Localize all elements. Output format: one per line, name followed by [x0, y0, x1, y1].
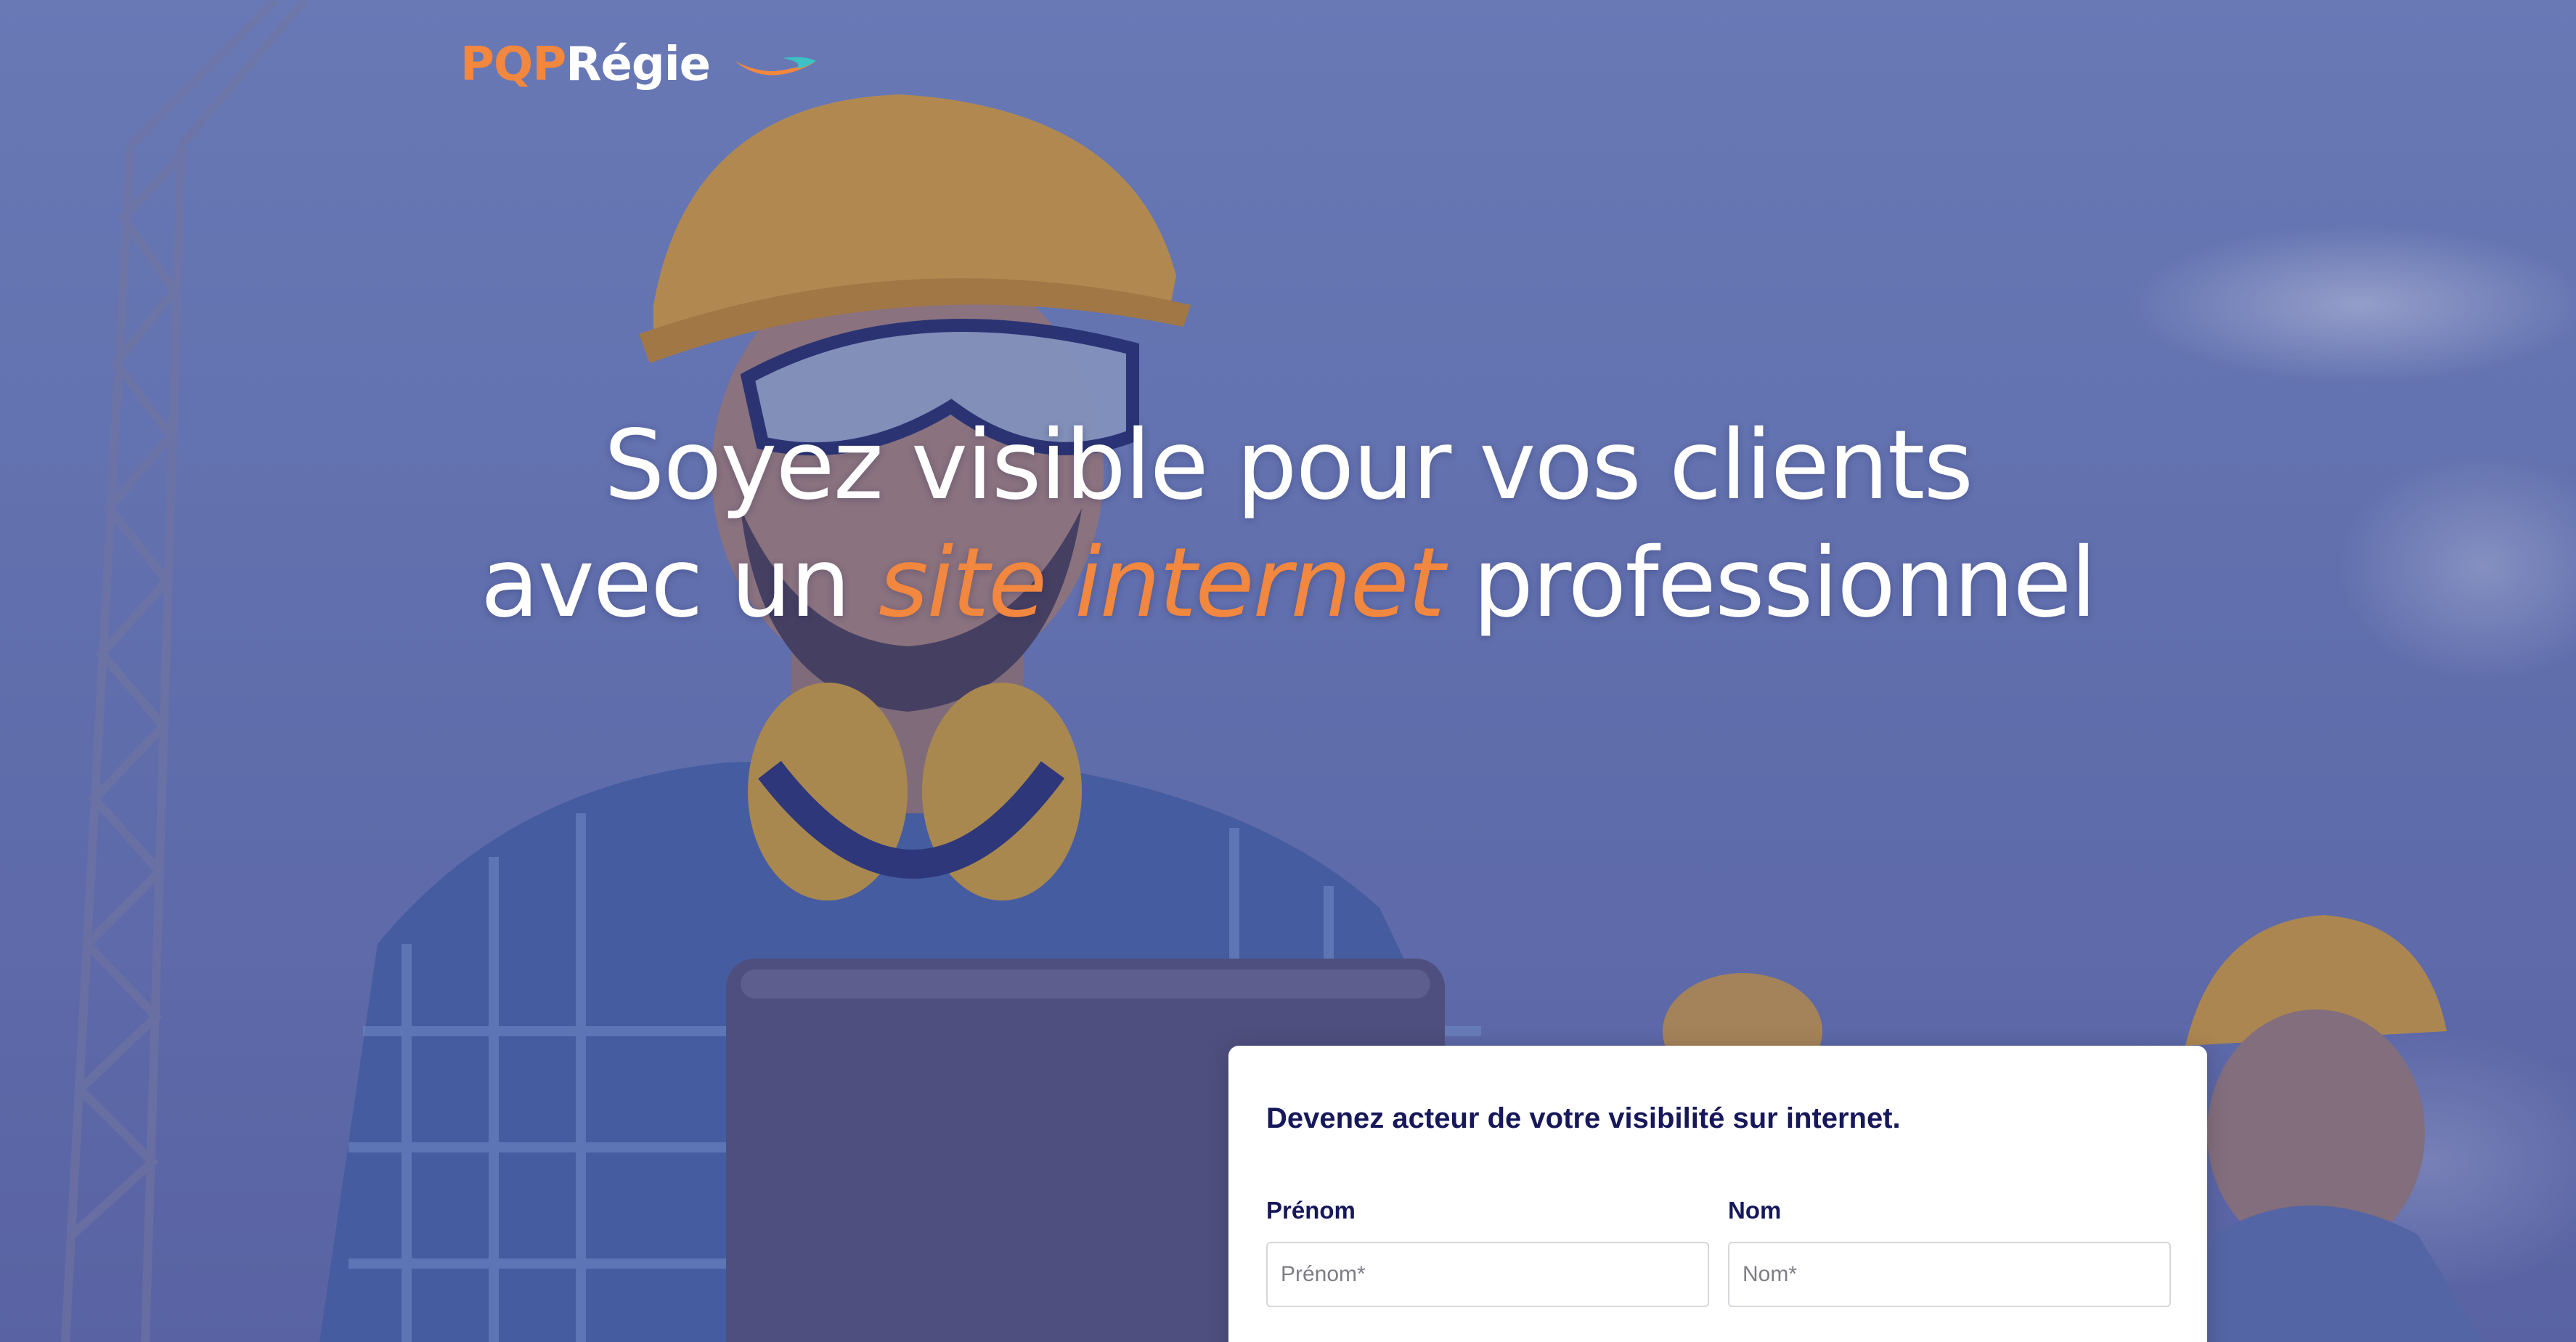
- landing-page: PQPRégie Soyez visible pour vos clients …: [0, 0, 2576, 1342]
- last-name-field-group: Nom: [1728, 1197, 2171, 1307]
- hero-headline-line2-suffix: professionnel: [1443, 527, 2097, 639]
- brand-wordmark-regie: Régie: [566, 38, 711, 92]
- first-name-input[interactable]: [1266, 1242, 1709, 1307]
- last-name-label: Nom: [1728, 1197, 1782, 1224]
- last-name-input[interactable]: [1728, 1242, 2171, 1307]
- hero-headline: Soyez visible pour vos clients avec un s…: [0, 407, 2576, 642]
- hero-headline-line1: Soyez visible pour vos clients: [603, 410, 1973, 521]
- brand-wordmark-pqp: PQP: [460, 38, 566, 92]
- brand-logo[interactable]: PQPRégie: [460, 38, 819, 92]
- form-title: Devenez acteur de votre visibilité sur i…: [1266, 1102, 1901, 1134]
- first-name-field-group: Prénom: [1266, 1197, 1709, 1307]
- hero-headline-line2-prefix: avec un: [480, 527, 879, 639]
- signup-form-card: Devenez acteur de votre visibilité sur i…: [1228, 1046, 2207, 1342]
- first-name-label: Prénom: [1266, 1197, 1356, 1224]
- swoosh-icon: [735, 57, 817, 76]
- hero-headline-highlight: site internet: [878, 527, 1446, 639]
- brand-wordmark: PQPRégie: [460, 38, 711, 92]
